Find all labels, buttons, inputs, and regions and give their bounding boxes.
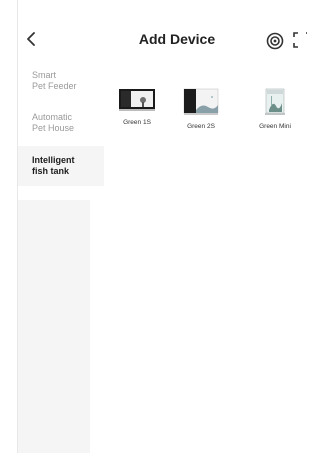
scan-button[interactable] [293,32,307,48]
device-label: Green 1S [123,119,151,126]
fish-tank-thumbnail-icon [119,89,155,111]
target-button[interactable] [266,32,284,50]
sidebar-item-label: Automatic Pet House [32,112,75,133]
sidebar-item-intelligent-fish-tank[interactable]: Intelligent fish tank [18,146,104,186]
target-icon [266,32,284,50]
sidebar-item-label: Intelligent fish tank [32,155,75,176]
fish-tank-thumbnail-icon [183,88,219,115]
device-grid: Green 1S Green 2S Green Mini [100,88,320,148]
sidebar-background [18,200,90,453]
device-card-green-2s[interactable]: Green 2S [169,88,233,130]
device-label: Green 2S [187,123,215,130]
sidebar-item-label: Smart Pet Feeder [32,70,77,91]
sidebar-item-smart-pet-feeder[interactable]: Smart Pet Feeder [18,70,104,92]
fish-tank-thumbnail-icon [265,88,285,115]
device-card-green-mini[interactable]: Green Mini [243,88,307,130]
device-label: Green Mini [259,123,291,130]
scan-icon [293,32,307,48]
category-sidebar: Smart Pet Feeder Automatic Pet House Int… [18,58,104,453]
device-card-green-1s[interactable]: Green 1S [105,88,169,126]
sidebar-item-automatic-pet-house[interactable]: Automatic Pet House [18,112,104,134]
